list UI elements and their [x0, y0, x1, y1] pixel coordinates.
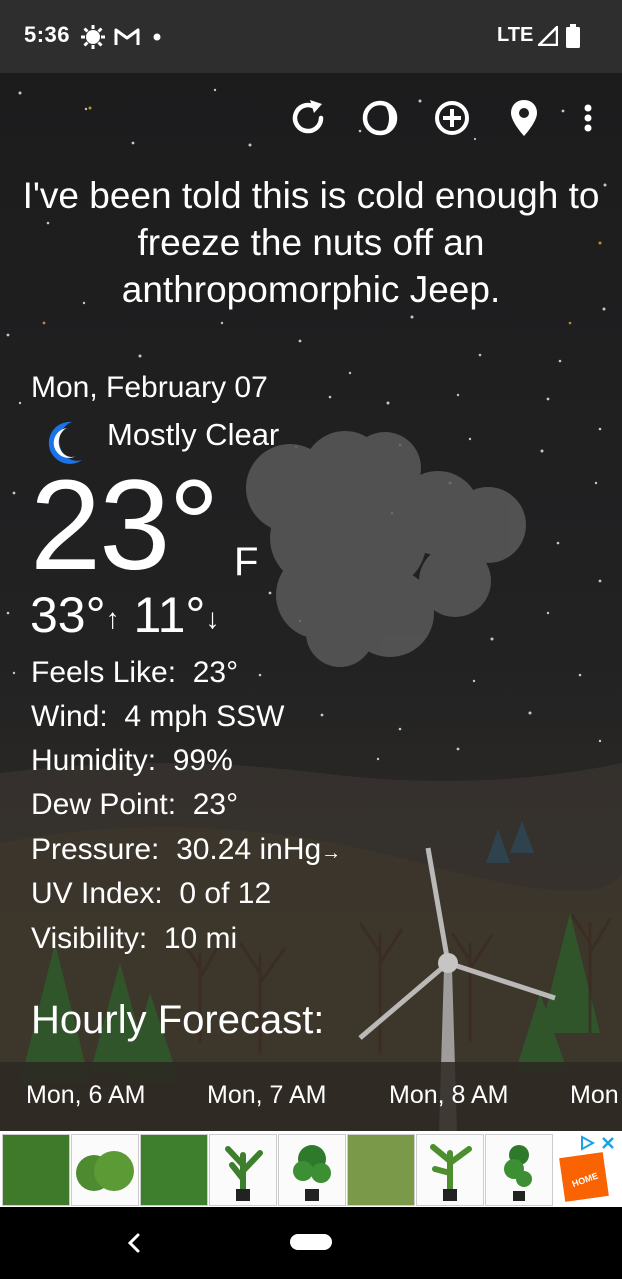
arrow-down-icon: ↓: [205, 603, 220, 634]
weather-quote: I've been told this is cold enough to fr…: [22, 175, 600, 310]
close-ad-icon[interactable]: [600, 1135, 616, 1151]
low-temperature: 11°: [133, 587, 206, 643]
detail-pressure: Pressure: 30.24 inHg→: [31, 833, 342, 866]
hour-label[interactable]: Mon, 8 AM: [389, 1081, 509, 1110]
signal-icon: [538, 26, 558, 46]
back-icon[interactable]: [126, 1232, 142, 1254]
ad-product-tile[interactable]: [485, 1134, 553, 1206]
network-type: LTE: [497, 24, 534, 46]
notification-dot-icon: [153, 33, 161, 41]
location-pin-icon[interactable]: [502, 96, 546, 140]
pressure-trend-icon: →: [321, 842, 342, 864]
ad-product-tile[interactable]: [347, 1134, 415, 1206]
temperature-unit[interactable]: F: [234, 540, 258, 585]
gmail-icon: [114, 28, 140, 45]
detail-uv-index: UV Index: 0 of 12: [31, 877, 272, 910]
system-navigation-bar: [0, 1207, 622, 1279]
high-temperature: 33°: [30, 587, 106, 643]
high-low-temperatures: 33°↑ 11°↓: [30, 587, 219, 651]
ad-product-tile[interactable]: [71, 1134, 139, 1206]
home-depot-logo[interactable]: HOME: [556, 1149, 612, 1205]
detail-wind: Wind: 4 mph SSW: [31, 700, 285, 733]
ad-product-tile[interactable]: [2, 1134, 70, 1206]
ad-banner[interactable]: HOME: [0, 1131, 622, 1207]
hour-label[interactable]: Mon, 6 AM: [26, 1081, 146, 1110]
ad-product-tile[interactable]: [416, 1134, 484, 1206]
adchoices-icon[interactable]: [578, 1134, 596, 1152]
arrow-up-icon: ↑: [105, 603, 120, 634]
hour-label[interactable]: Mon: [570, 1081, 619, 1110]
add-location-icon[interactable]: [430, 96, 474, 140]
status-bar: 5:36 LTE: [0, 0, 622, 73]
home-pill-icon[interactable]: [290, 1234, 332, 1250]
current-date: Mon, February 07: [31, 371, 268, 404]
theme-icon[interactable]: [358, 96, 402, 140]
more-options-icon[interactable]: [566, 96, 610, 140]
detail-dew-point: Dew Point: 23°: [31, 788, 239, 821]
detail-visibility: Visibility: 10 mi: [31, 922, 238, 955]
hour-label[interactable]: Mon, 7 AM: [207, 1081, 327, 1110]
sun-settings-icon: [81, 25, 105, 49]
refresh-icon[interactable]: [286, 96, 330, 140]
ad-product-tile[interactable]: [209, 1134, 277, 1206]
hourly-forecast-title: Hourly Forecast:: [31, 998, 325, 1042]
ad-product-tile[interactable]: [278, 1134, 346, 1206]
condition-text: Mostly Clear: [107, 417, 280, 452]
status-time: 5:36: [24, 22, 71, 47]
ad-product-tile[interactable]: [140, 1134, 208, 1206]
detail-humidity: Humidity: 99%: [31, 744, 233, 777]
current-temperature: 23°: [30, 454, 220, 597]
detail-feels-like: Feels Like: 23°: [31, 656, 239, 689]
battery-icon: [566, 24, 580, 48]
